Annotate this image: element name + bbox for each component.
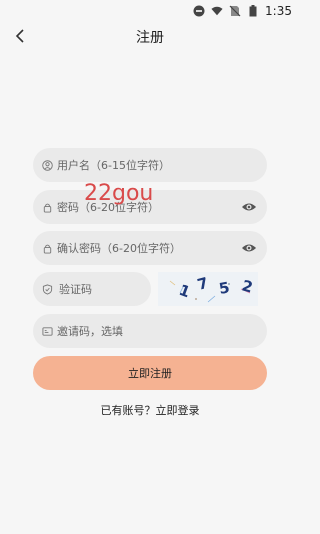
shield-icon [41, 283, 53, 295]
captcha-char: 7 [195, 274, 210, 294]
username-input[interactable] [57, 155, 267, 175]
wifi-icon [211, 5, 223, 17]
lock-icon [41, 242, 53, 254]
login-link-row: 已有账号？立即登录 [0, 402, 300, 418]
user-icon [41, 159, 53, 171]
captcha-char: 1 [177, 281, 193, 301]
captcha-char: 2 [240, 276, 255, 296]
invite-code-input[interactable] [57, 321, 267, 341]
username-field[interactable] [33, 148, 267, 182]
title-bar: 注册 [0, 22, 300, 50]
captcha-field[interactable] [33, 272, 151, 306]
lock-icon [41, 201, 53, 213]
status-bar: 1:35 [0, 0, 300, 22]
status-time: 1:35 [265, 4, 292, 18]
no-sim-icon [229, 5, 241, 17]
battery-icon [247, 5, 259, 17]
captcha-char: 5 [218, 278, 231, 298]
login-link[interactable]: 已有账号？立即登录 [101, 404, 200, 417]
watermark: 22gou [84, 181, 154, 206]
page-title: 注册 [136, 30, 164, 46]
invite-code-field[interactable] [33, 314, 267, 348]
invite-code-icon [41, 325, 53, 337]
confirm-password-input[interactable] [57, 238, 267, 258]
register-button[interactable]: 立即注册 [33, 356, 267, 390]
confirm-password-field[interactable] [33, 231, 267, 265]
eye-icon[interactable] [241, 199, 257, 215]
captcha-image[interactable]: 1752 [158, 272, 258, 306]
do-not-disturb-icon [193, 5, 205, 17]
eye-icon[interactable] [241, 240, 257, 256]
captcha-input[interactable] [57, 281, 141, 297]
captcha-graphic: 1752 [169, 274, 255, 303]
